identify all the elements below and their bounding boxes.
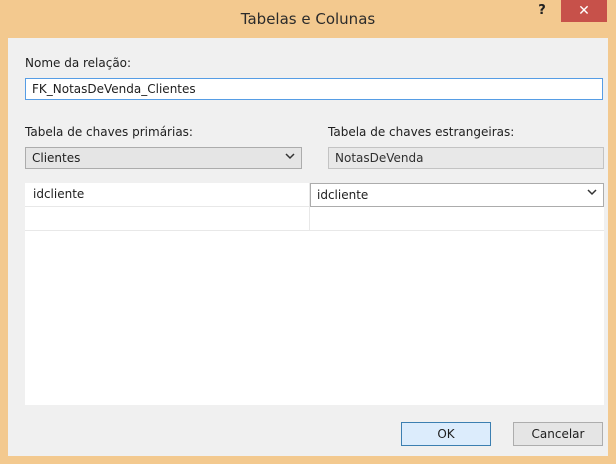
primary-table-dropdown[interactable]: Clientes (25, 147, 302, 169)
chevron-down-icon (285, 151, 295, 164)
primary-table-value: Clientes (32, 151, 81, 165)
cancel-button[interactable]: Cancelar (513, 422, 603, 446)
dialog-window: Tabelas e Colunas ? ✕ Nome da relação: F… (0, 0, 616, 464)
primary-column-cell[interactable] (25, 207, 310, 231)
table-row: idcliente idcliente (25, 183, 604, 207)
primary-table-label: Tabela de chaves primárias: (25, 125, 193, 139)
foreign-column-cell[interactable] (310, 207, 604, 231)
chevron-down-icon (587, 187, 597, 200)
foreign-column-value: idcliente (317, 188, 369, 202)
foreign-table-label: Tabela de chaves estrangeiras: (328, 125, 515, 139)
dialog-title: Tabelas e Colunas (240, 10, 376, 28)
foreign-table-field: NotasDeVenda (328, 147, 604, 169)
close-icon[interactable]: ✕ (561, 0, 607, 22)
table-row (25, 207, 604, 231)
help-icon[interactable]: ? (527, 2, 557, 22)
foreign-column-cell: idcliente (310, 183, 604, 207)
dialog-content: Nome da relação: FK_NotasDeVenda_Cliente… (8, 38, 608, 456)
primary-column-cell[interactable]: idcliente (25, 183, 310, 207)
relation-name-input[interactable]: FK_NotasDeVenda_Clientes (25, 78, 603, 100)
foreign-column-dropdown[interactable]: idcliente (310, 183, 604, 207)
columns-grid: idcliente idcliente (25, 183, 604, 405)
ok-button[interactable]: OK (401, 422, 491, 446)
title-bar[interactable]: Tabelas e Colunas ? ✕ (0, 0, 616, 38)
relation-name-label: Nome da relação: (25, 56, 132, 70)
